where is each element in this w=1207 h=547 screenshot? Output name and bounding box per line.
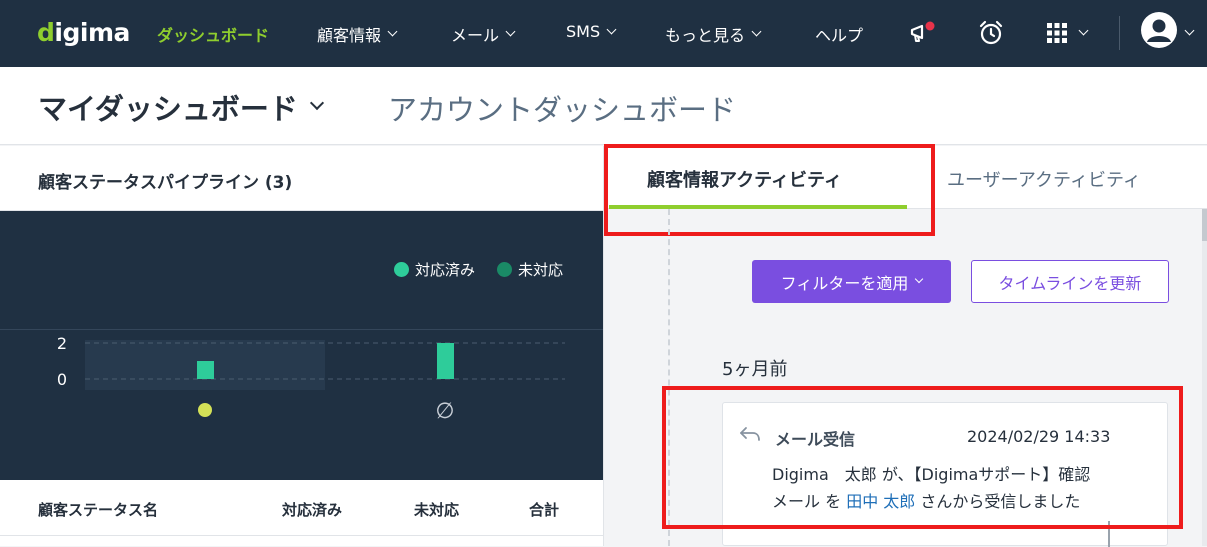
bar <box>197 361 214 379</box>
category-marker-empty: ∅ <box>435 399 454 424</box>
bar-chart: 2 0 ∅ <box>57 334 565 424</box>
user-menu[interactable] <box>1140 12 1202 48</box>
activity-panel: 顧客情報アクティビティ ユーザーアクティビティ フィルターを適用 タイムラインを… <box>603 144 1207 547</box>
pipeline-title: 顧客ステータスパイプライン (3) <box>38 173 293 193</box>
chevron-down-icon <box>505 26 516 37</box>
chart-legend: 対応済み 未対応 <box>393 259 563 280</box>
alarm-clock-icon[interactable] <box>977 19 1005 47</box>
pipeline-header: 顧客ステータスパイプライン (3) <box>0 146 603 211</box>
refresh-timeline-button[interactable]: タイムラインを更新 <box>971 260 1169 303</box>
pipeline-panel: 顧客ステータスパイプライン (3) 対応済み 未対応 2 0 ∅ 顧客ステータス名 … <box>0 146 603 546</box>
nav-help-label: ヘルプ <box>815 26 864 45</box>
digima-logo[interactable]: digima <box>37 18 130 47</box>
legend-label: 対応済み <box>414 261 475 279</box>
chevron-down-icon <box>915 274 924 284</box>
dashboard-header: マイダッシュボード アカウントダッシュボード <box>0 67 1207 145</box>
nav-sms-label: SMS <box>566 22 601 41</box>
nav-mail[interactable]: メール <box>451 22 516 46</box>
legend-dot <box>496 262 512 277</box>
scrollbar-thumb[interactable] <box>1202 209 1207 241</box>
filter-button-label: フィルターを適用 <box>780 273 909 293</box>
user-avatar-icon <box>1141 12 1177 48</box>
chevron-down-icon <box>751 26 762 37</box>
y-tick-label: 0 <box>57 370 67 389</box>
pipeline-chart: 対応済み 未対応 2 0 ∅ <box>0 211 603 480</box>
nav-mail-label: メール <box>451 26 500 45</box>
chevron-down-icon <box>1184 25 1195 36</box>
chevron-down-icon <box>606 24 617 34</box>
legend-item-done: 対応済み <box>393 259 475 280</box>
page-title: マイダッシュボード <box>38 92 298 126</box>
nav-more-label: もっと見る <box>665 26 746 45</box>
my-dashboard-dropdown[interactable]: マイダッシュボード <box>38 86 324 128</box>
legend-item-pending: 未対応 <box>496 259 563 280</box>
announcement-icon[interactable] <box>908 19 936 47</box>
nav-customer-info[interactable]: 顧客情報 <box>317 22 398 46</box>
legend-dot <box>393 262 409 277</box>
chevron-down-icon <box>309 95 324 111</box>
highlight-box <box>604 144 935 236</box>
nav-help[interactable]: ヘルプ <box>815 22 863 46</box>
category-marker <box>198 403 212 417</box>
bar <box>437 343 454 379</box>
column-header-done: 対応済み <box>282 501 343 519</box>
nav-dashboard[interactable]: ダッシュボード <box>157 22 269 46</box>
nav-dashboard-label: ダッシュボード <box>157 26 270 45</box>
apps-grid-icon[interactable] <box>1046 19 1094 47</box>
nav-sms[interactable]: SMS <box>566 22 617 41</box>
legend-label: 未対応 <box>517 261 563 279</box>
chevron-down-icon <box>387 26 398 37</box>
account-dashboard-link[interactable]: アカウントダッシュボード <box>388 87 736 129</box>
column-header-total: 合計 <box>529 501 560 519</box>
column-header-status-name: 顧客ステータス名 <box>38 501 159 519</box>
timeline-group-label: 5ヶ月前 <box>722 359 788 380</box>
scrollbar[interactable] <box>1202 209 1207 546</box>
chevron-down-icon <box>1078 25 1089 36</box>
status-table-header: 顧客ステータス名 対応済み 未対応 合計 <box>0 480 603 536</box>
column-header-pending: 未対応 <box>414 501 460 519</box>
apply-filter-button[interactable]: フィルターを適用 <box>752 260 951 303</box>
top-navbar: digima ダッシュボード 顧客情報 メール SMS もっと見る ヘルプ <box>0 0 1207 67</box>
nav-customer-info-label: 顧客情報 <box>317 26 382 45</box>
y-tick-label: 2 <box>57 334 67 353</box>
nav-more[interactable]: もっと見る <box>665 22 762 46</box>
tab-user-activity[interactable]: ユーザーアクティビティ <box>947 166 1141 192</box>
nav-divider <box>1119 16 1120 50</box>
highlight-box <box>662 386 1183 529</box>
